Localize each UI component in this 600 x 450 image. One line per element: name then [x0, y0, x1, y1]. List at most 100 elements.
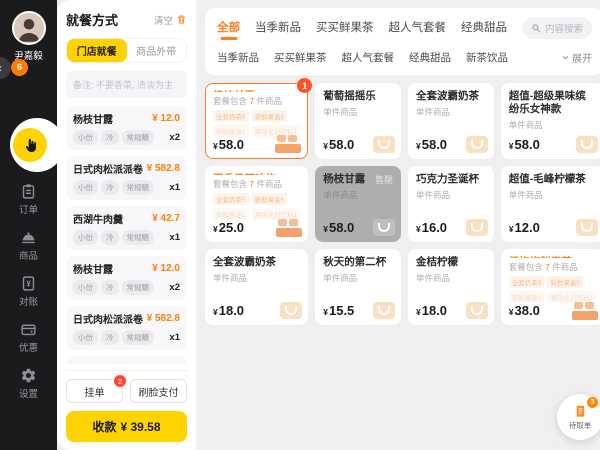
category-tab[interactable]: 买买鲜果茶 — [316, 19, 374, 38]
collapse-handle[interactable]: ‹ — [0, 57, 11, 79]
category-chip[interactable]: 超人气套餐 — [342, 50, 395, 65]
product-subtitle: 单件商品 — [323, 273, 358, 284]
category-chip[interactable]: 买买鲜果茶 — [274, 50, 327, 65]
cart-item-tag: 常规糖 — [121, 280, 154, 295]
cart-panel: 就餐方式 清空 门店就餐 商品外带 备注: 不要香菜, 清淡为主 杨枝甘露 ¥ 12… — [57, 0, 196, 450]
sidebar: 尹嘉毅 ‹ 6 订单商品¥对账优惠设置 — [0, 0, 64, 450]
sidebar-item-reconcile[interactable]: ¥ 对账 — [19, 275, 38, 308]
currency-symbol: ¥ — [416, 141, 421, 151]
shopping-bag-icon — [576, 136, 599, 153]
face-pay-label: 刷脸支付 — [138, 387, 179, 399]
currency-symbol: ¥ — [508, 307, 514, 317]
product-name: 全套波霸奶茶 — [416, 90, 479, 102]
product-name: 百香果双响炮 — [213, 173, 300, 175]
cart-item-qty: x1 — [169, 232, 180, 243]
product-card[interactable]: 葡萄摇摇乐 单件商品 ¥58.0 — [315, 83, 401, 159]
cart-tab-dine-in[interactable]: 门店就餐 — [67, 39, 127, 62]
cart-item-tag: 小份 — [73, 180, 98, 195]
order-note-input[interactable]: 备注: 不要香菜, 清淡为主 — [66, 71, 187, 98]
cart-item-header: 西湖牛肉羹 ¥ 42.7 — [73, 211, 180, 226]
product-card[interactable]: 1杨枝甘露套餐包含 7 件商品全套奶茶5新鲜果盒5新鲜果盒1果味全日饮料1¥58… — [205, 78, 313, 159]
cart-item[interactable]: 杨枝甘露 ¥ 12.0 小份冷常规糖 x2 — [66, 106, 187, 150]
cart-item-name: 日式肉松派派卷 — [73, 315, 143, 326]
cart-item-header: 杨枝甘露 ¥ 12.0 — [73, 261, 180, 276]
product-subtitle: 单件商品 — [323, 190, 358, 201]
cart-item-name: 西湖牛肉羹 — [73, 361, 123, 364]
cart-tab-takeout[interactable]: 商品外带 — [127, 39, 187, 62]
product-card[interactable]: 全套波霸奶茶 单件商品 ¥58.0 — [408, 83, 494, 159]
gear-icon — [20, 367, 37, 384]
checkout-button[interactable]: 收款 ¥ 39.58 — [66, 411, 187, 442]
sidebar-item-label: 对账 — [18, 297, 38, 308]
cart-item[interactable]: 西湖牛肉羹¥ 42.7小份冷常规糖x1 — [66, 356, 187, 364]
category-chip[interactable]: 新茶饮品 — [466, 50, 508, 65]
notification-badge: 6 — [11, 59, 28, 76]
expand-label: 展开 — [572, 54, 593, 65]
catalog-area: 全部 当季新品 买买鲜果茶 超人气套餐 经典甜品 内容搜索 当季新品 买买鲜果茶 超人气套餐… — [196, 0, 600, 450]
product-card[interactable]: 百香果双响炮套餐包含 7 件商品全套奶茶5新鲜果盒5新鲜果盒1果味全日饮料1¥2… — [205, 166, 309, 242]
sidebar-item-discounts[interactable]: 优惠 — [19, 321, 38, 354]
face-pay-button[interactable]: 刷脸支付 — [130, 379, 187, 403]
chevron-down-icon — [562, 56, 569, 60]
avatar[interactable] — [11, 11, 46, 45]
shopping-bag-icon — [465, 219, 488, 236]
category-tab[interactable]: 经典甜品 — [461, 19, 507, 38]
product-card[interactable]: 秋天的第二杯 单件商品 ¥15.5 — [315, 249, 401, 325]
cart-item-tag: 冷 — [101, 230, 119, 245]
sidebar-item-products[interactable]: 商品 — [19, 229, 38, 262]
cart-item[interactable]: 西湖牛肉羹¥ 42.7 小份冷常规糖x1 — [66, 206, 187, 250]
cart-item-qty: x1 — [169, 182, 180, 193]
cart-item-price: ¥ 12.0 — [152, 113, 180, 124]
product-qty-badge: 1 — [297, 78, 313, 93]
hold-order-label: 挂单 — [84, 387, 105, 399]
shopping-bag-icon — [373, 136, 395, 153]
currency-symbol: ¥ — [416, 307, 421, 317]
product-name: 金桔柠檬 — [416, 256, 458, 268]
expand-button[interactable]: 展开 — [561, 50, 592, 65]
cart-item-name: 杨枝甘露 — [73, 265, 113, 276]
sidebar-item-label: 优惠 — [18, 343, 38, 354]
cart-item[interactable]: 日式肉松派派卷 ¥ 582.8 小份冷常规糖 x1 — [66, 306, 187, 350]
pending-pickup-button[interactable]: 待取单 3 — [557, 394, 600, 440]
combo-sub-prefix: 套餐包含 — [213, 96, 250, 106]
category-tab[interactable]: 全部 — [217, 19, 240, 38]
category-chip[interactable]: 经典甜品 — [409, 50, 451, 65]
search-input[interactable]: 内容搜索 — [522, 17, 593, 39]
sidebar-item-settings[interactable]: 设置 — [19, 367, 38, 400]
cart-item[interactable]: 杨枝甘露 ¥ 12.0 小份冷常规糖 x2 — [66, 256, 187, 300]
cart-item[interactable]: 日式肉松派派卷 ¥ 582.8 小份冷常规糖 x1 — [66, 156, 187, 200]
combo-tag: 新鲜果盒5 — [547, 276, 584, 288]
category-chip[interactable]: 当季新品 — [217, 50, 259, 65]
cart-item-header: 日式肉松派派卷 ¥ 582.8 — [73, 311, 180, 326]
product-card[interactable]: 全套波霸奶茶 单件商品 ¥18.0 — [205, 249, 309, 325]
product-card[interactable]: 超值-超级果味缤纷乐女神款 单件商品 ¥58.0 — [500, 83, 600, 159]
sidebar-item-label: 订单 — [18, 205, 38, 216]
product-card[interactable]: 售罄 杨枝甘露 单件商品 ¥58.0 — [315, 166, 401, 242]
cart-item-tag: 小份 — [73, 130, 98, 145]
soldout-label: 售罄 — [374, 175, 393, 185]
cart-item-detail: 小份冷常规糖 x1 — [73, 330, 180, 345]
hand-pointer-icon — [25, 138, 36, 152]
product-card[interactable]: 金桔柠檬 单件商品 ¥18.0 — [408, 249, 494, 325]
product-subtitle: 单件商品 — [508, 190, 543, 201]
cart-footer: 挂单 2 刷脸支付 收款 ¥ 39.58 — [66, 370, 187, 442]
price-amount: 58.0 — [328, 220, 355, 235]
combo-tag: 全套奶茶5 — [213, 110, 249, 122]
cloche-icon — [20, 229, 37, 246]
cart-item-tag: 小份 — [73, 330, 98, 345]
price-amount: 58.0 — [514, 137, 540, 152]
clear-cart-button[interactable]: 清空 — [154, 13, 187, 27]
cart-item-detail: 小份冷常规糖 x1 — [73, 230, 180, 245]
sidebar-item-orders[interactable]: 订单 — [19, 183, 38, 216]
category-tab[interactable]: 超人气套餐 — [389, 19, 447, 38]
hold-order-button[interactable]: 挂单 2 — [66, 375, 126, 403]
product-card[interactable]: 超值-毛峰柠檬茶 单件商品 ¥12.0 — [500, 166, 600, 242]
cart-item-price: ¥ 42.7 — [152, 363, 180, 364]
cashier-mode-button[interactable] — [13, 128, 47, 162]
product-card[interactable]: 杨梅梅鲜果茶套餐包含 7 件商品全套奶茶5新鲜果盒5新鲜果盒1果味全日饮料1¥3… — [500, 249, 600, 325]
product-card[interactable]: 巧克力圣诞杯 单件商品 ¥16.0 — [408, 166, 494, 242]
shopping-bag-icon — [373, 302, 395, 319]
cart-item-qty: x2 — [169, 282, 180, 293]
cart-item-name: 日式肉松派派卷 — [73, 165, 143, 176]
category-tab[interactable]: 当季新品 — [255, 19, 301, 38]
